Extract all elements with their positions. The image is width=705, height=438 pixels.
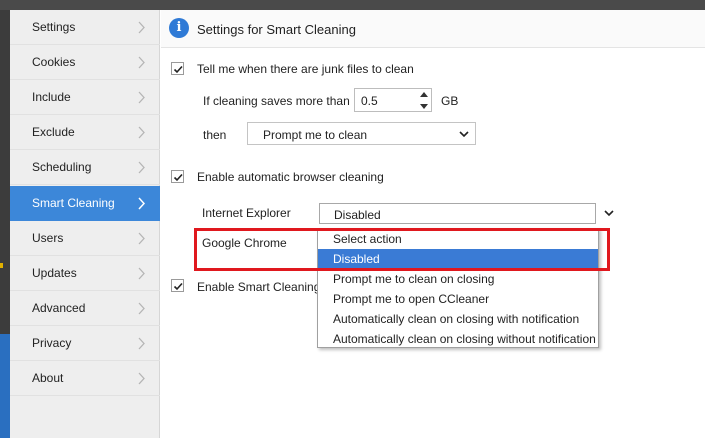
chevron-right-icon [138, 337, 145, 350]
sidebar-item-cookies[interactable]: Cookies [10, 45, 160, 80]
checkmark-icon [173, 173, 183, 182]
internet-explorer-value: Disabled [334, 208, 381, 222]
sidebar-item-label: Advanced [32, 301, 86, 315]
chevron-right-icon [138, 267, 145, 280]
browser-cleaning-label: Enable automatic browser cleaning [197, 170, 384, 184]
window-top-strip [0, 0, 705, 10]
sidebar: Settings Cookies Include Exclude Schedul… [10, 10, 160, 438]
sidebar-item-label: Scheduling [32, 160, 92, 174]
dropdown-option[interactable]: Automatically clean on closing with noti… [318, 309, 598, 329]
chevron-right-icon [138, 91, 145, 104]
background-window-edge [0, 10, 10, 438]
dropdown-option[interactable]: Prompt me to open CCleaner [318, 289, 598, 309]
sidebar-item-advanced[interactable]: Advanced [10, 291, 160, 326]
sidebar-item-label: Users [32, 231, 64, 245]
sidebar-item-label: Include [32, 90, 71, 104]
threshold-unit: GB [441, 94, 459, 108]
sidebar-item-include[interactable]: Include [10, 80, 160, 115]
then-label: then [203, 128, 227, 142]
checkmark-icon [173, 282, 183, 291]
sidebar-item-label: Settings [32, 20, 76, 34]
threshold-spinbox[interactable]: 0.5 [354, 88, 432, 112]
sidebar-item-label: Updates [32, 266, 77, 280]
chevron-right-icon [138, 232, 145, 245]
internet-explorer-select[interactable]: Disabled [319, 203, 614, 224]
threshold-label: If cleaning saves more than [203, 94, 350, 108]
then-action-select[interactable]: Prompt me to clean [247, 122, 476, 145]
sidebar-item-updates[interactable]: Updates [10, 256, 160, 291]
chevron-right-icon [138, 56, 145, 69]
internet-explorer-label: Internet Explorer [202, 206, 291, 220]
sidebar-item-label: Exclude [32, 125, 75, 139]
highlight-box [194, 228, 610, 271]
page-title: Settings for Smart Cleaning [197, 22, 356, 37]
spin-up-icon[interactable] [417, 89, 431, 100]
smart-cleaning-checkbox[interactable] [171, 279, 184, 292]
junk-files-checkbox[interactable] [171, 62, 184, 75]
settings-panel: i Settings for Smart Cleaning Tell me wh… [161, 10, 705, 438]
sidebar-item-users[interactable]: Users [10, 221, 160, 256]
sidebar-item-label: Cookies [32, 55, 76, 69]
sidebar-item-label: Privacy [32, 336, 72, 350]
chevron-right-icon [138, 197, 146, 210]
chevron-right-icon [138, 372, 145, 385]
sidebar-item-smart-cleaning[interactable]: Smart Cleaning [10, 186, 160, 221]
sidebar-item-label: Smart Cleaning [32, 196, 115, 210]
spin-down-icon[interactable] [417, 101, 431, 112]
browser-cleaning-checkbox[interactable] [171, 170, 184, 183]
sidebar-item-label: About [32, 371, 64, 385]
smart-cleaning-label: Enable Smart Cleaning [197, 280, 321, 294]
chevron-down-icon [459, 131, 469, 138]
dropdown-option[interactable]: Automatically clean on closing without n… [318, 329, 598, 349]
chevron-right-icon [138, 161, 145, 174]
panel-header: i Settings for Smart Cleaning [161, 10, 705, 48]
info-icon: i [169, 18, 189, 38]
sidebar-item-settings[interactable]: Settings [10, 10, 160, 45]
chevron-right-icon [138, 302, 145, 315]
chevron-right-icon [138, 21, 145, 34]
sidebar-item-exclude[interactable]: Exclude [10, 115, 160, 150]
checkmark-icon [173, 65, 183, 74]
sidebar-item-about[interactable]: About [10, 361, 160, 396]
junk-files-label: Tell me when there are junk files to cle… [197, 62, 414, 76]
dropdown-option[interactable]: Prompt me to clean on closing [318, 269, 598, 289]
sidebar-item-privacy[interactable]: Privacy [10, 326, 160, 361]
chevron-down-icon [604, 210, 614, 217]
sidebar-item-scheduling[interactable]: Scheduling [10, 150, 160, 185]
threshold-value: 0.5 [361, 94, 378, 108]
chevron-right-icon [138, 126, 145, 139]
then-action-value: Prompt me to clean [263, 128, 368, 142]
